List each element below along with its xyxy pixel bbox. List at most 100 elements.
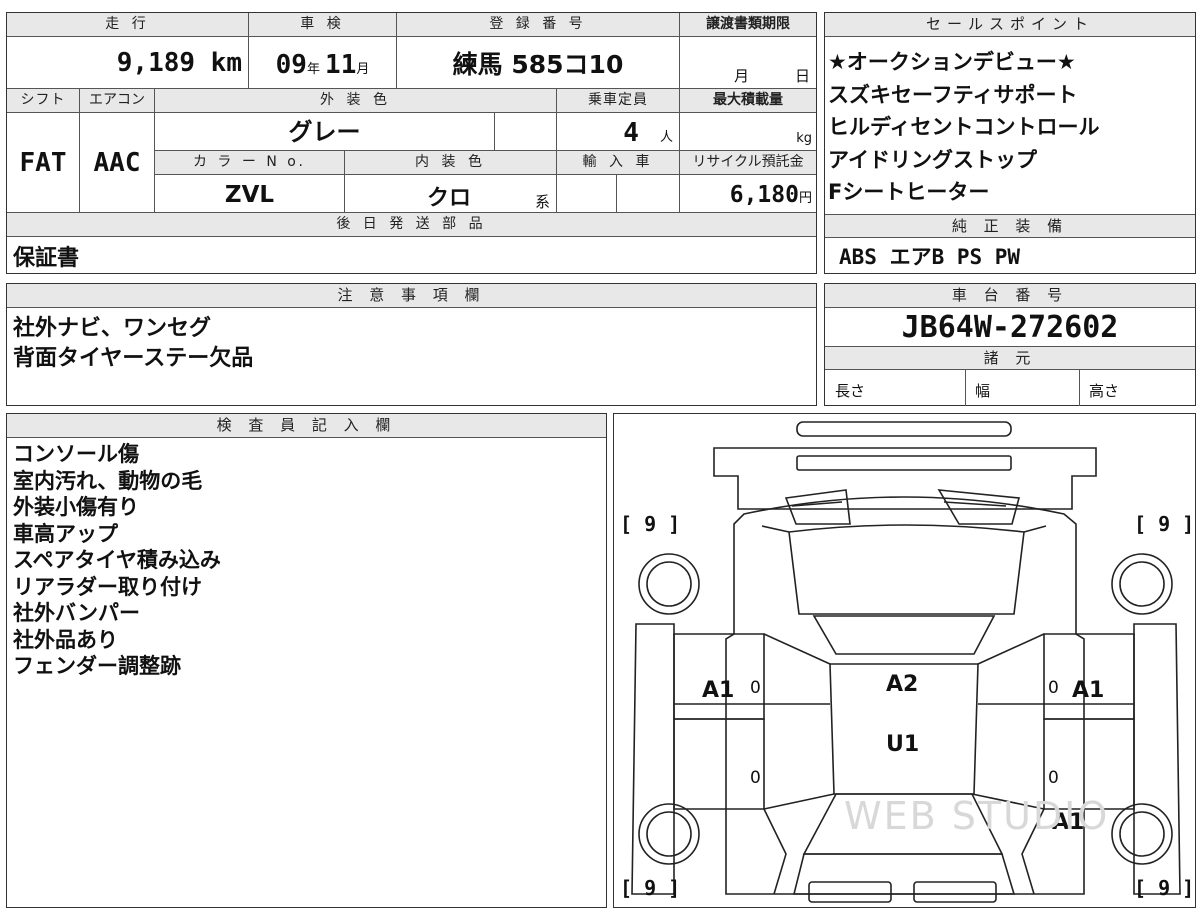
specs-header: 諸 元 xyxy=(825,346,1195,370)
spec-width-label: 幅 xyxy=(975,382,991,400)
inspector-panel: 検 査 員 記 入 欄 コンソール傷 室内汚れ、動物の毛 外装小傷有り 車高アッ… xyxy=(6,413,607,908)
notes-panel: 注 意 事 項 欄 社外ナビ、ワンセグ 背面タイヤーステー欠品 xyxy=(6,283,817,406)
sales-point-item: アイドリングストップ xyxy=(828,147,1037,172)
specs-divider xyxy=(965,370,966,406)
import-cell-a xyxy=(557,175,617,213)
recycle-unit: 円 xyxy=(798,191,812,206)
inspector-item: リアラダー取り付け xyxy=(13,574,202,599)
inspector-item: 外装小傷有り xyxy=(13,495,139,519)
notes-header: 注 意 事 項 欄 xyxy=(7,284,816,308)
equipment-value: ABS エアB PS PW xyxy=(839,245,1021,269)
inspector-item: フェンダー調整跡 xyxy=(13,654,181,678)
shaken-year: 09 xyxy=(275,50,307,80)
capacity-unit: 人 xyxy=(659,130,673,145)
sales-points-list: ★オークションデビュー★ スズキセーフティサポート ヒルディセントコントロール … xyxy=(828,46,1100,209)
deadline-cell: 月 日 xyxy=(680,37,816,89)
damage-mark-roof-u: U1 xyxy=(886,732,920,757)
mileage-header: 走 行 xyxy=(7,13,249,37)
chassis-panel: 車 台 番 号 JB64W-272602 諸 元 長さ 幅 高さ xyxy=(824,283,1196,406)
later-parts-value: 保証書 xyxy=(13,246,80,271)
mileage-cell: 9,189 km xyxy=(7,37,249,89)
zero-mark: 0 xyxy=(750,768,761,788)
max-load-header: 最大積載量 xyxy=(680,89,816,113)
registration-cell: 練馬 585コ10 xyxy=(397,37,680,89)
equipment-header: 純 正 装 備 xyxy=(825,214,1195,238)
tire-tread-rear-right: [ 9 ] xyxy=(1134,876,1195,900)
deadline-month-unit: 月 xyxy=(734,67,750,85)
color-no-cell: ZVL xyxy=(155,175,345,213)
inspector-list: コンソール傷 室内汚れ、動物の毛 外装小傷有り 車高アップ スペアタイヤ積み込み… xyxy=(13,441,221,680)
spec-height-label: 高さ xyxy=(1089,382,1120,400)
shaken-year-unit: 年 xyxy=(306,62,320,77)
max-load-unit: kg xyxy=(796,131,812,146)
deadline-header: 譲渡書類期限 xyxy=(680,13,816,37)
shift-header: シフト xyxy=(7,89,80,113)
shaken-header: 車 検 xyxy=(249,13,397,37)
zero-mark: 0 xyxy=(1048,768,1059,788)
car-damage-diagram: [ 9 ] [ 9 ] [ 9 ] [ 9 ] A1 A1 U1 A2 U1 A… xyxy=(613,413,1196,908)
import-cell-b xyxy=(617,175,680,213)
aircon-cell: AAC xyxy=(80,113,155,213)
interior-header: 内 装 色 xyxy=(345,151,557,175)
shift-cell: FAT xyxy=(7,113,80,213)
inspector-item: スペアタイヤ積み込み xyxy=(13,548,221,572)
capacity-header: 乗車定員 xyxy=(557,89,680,113)
damage-mark-right-door: A1 xyxy=(1072,678,1105,703)
note-item: 社外ナビ、ワンセグ xyxy=(13,316,212,341)
inspector-item: 社外バンパー xyxy=(13,601,141,625)
zero-mark: 0 xyxy=(1048,678,1059,698)
deadline-day-unit: 日 xyxy=(795,67,811,85)
exterior-header: 外 装 色 xyxy=(155,89,557,113)
aircon-value: AAC xyxy=(93,148,141,178)
chassis-header: 車 台 番 号 xyxy=(825,284,1195,308)
max-load-cell: kg xyxy=(680,113,816,151)
recycle-header: リサイクル預託金 xyxy=(680,151,816,175)
chassis-value: JB64W-272602 xyxy=(901,310,1119,345)
interior-cell: クロ 系 xyxy=(345,175,557,213)
inspector-item: 室内汚れ、動物の毛 xyxy=(13,468,203,493)
shaken-cell: 09年 11月 xyxy=(249,37,397,89)
inspector-item: 車高アップ xyxy=(13,521,118,546)
vehicle-info-table: 走 行 車 検 登 録 番 号 譲渡書類期限 9,189 km 09年 11 月 … xyxy=(6,12,817,274)
damage-mark-roof-a: A2 xyxy=(886,672,919,697)
tire-tread-rear-left: [ 9 ] xyxy=(620,876,681,900)
watermark-text: WEB STUDIO xyxy=(844,794,1110,838)
note-item: 背面タイヤーステー欠品 xyxy=(13,346,254,371)
sales-points-panel: セールスポイント ★オークションデビュー★ スズキセーフティサポート ヒルディセ… xyxy=(824,12,1196,274)
zero-mark: 0 xyxy=(750,678,761,698)
specs-divider xyxy=(1079,370,1080,406)
color-no-header: カ ラ ー N o. xyxy=(155,151,345,175)
inspector-header: 検 査 員 記 入 欄 xyxy=(7,414,606,438)
sales-point-item: ★オークションデビュー★ xyxy=(828,50,1076,74)
tire-tread-front-right: [ 9 ] xyxy=(1134,512,1195,536)
aircon-header: エアコン xyxy=(80,89,155,113)
sales-point-item: Fシートヒーター xyxy=(828,180,990,204)
exterior-cell: グレー xyxy=(155,113,495,151)
mileage-value: 9,189 km xyxy=(116,48,242,78)
exterior-value: グレー xyxy=(288,118,361,146)
tire-tread-front-left: [ 9 ] xyxy=(620,512,681,536)
color-no-value: ZVL xyxy=(224,182,275,208)
shaken-month-unit: 月 xyxy=(356,62,370,77)
shaken-month: 11 xyxy=(325,50,357,80)
sales-point-item: ヒルディセントコントロール xyxy=(828,115,1100,139)
notes-list: 社外ナビ、ワンセグ 背面タイヤーステー欠品 xyxy=(13,314,253,374)
damage-mark-left-door: A1 xyxy=(702,678,735,703)
registration-header: 登 録 番 号 xyxy=(397,13,680,37)
exterior-sub-cell xyxy=(495,113,557,151)
spec-length-label: 長さ xyxy=(835,382,866,400)
sales-points-header: セールスポイント xyxy=(825,13,1195,37)
shift-value: FAT xyxy=(19,148,67,178)
registration-value: 練馬 585コ10 xyxy=(452,50,624,79)
later-parts-header: 後 日 発 送 部 品 xyxy=(7,213,816,237)
interior-suffix: 系 xyxy=(535,193,551,211)
sales-point-item: スズキセーフティサポート xyxy=(828,82,1078,107)
interior-value: クロ xyxy=(427,186,472,211)
inspector-item: 社外品あり xyxy=(13,627,118,652)
import-header: 輸 入 車 xyxy=(557,151,680,175)
recycle-value: 6,180 xyxy=(729,182,799,208)
inspector-item: コンソール傷 xyxy=(13,442,139,466)
recycle-cell: 6,180円 xyxy=(680,175,816,213)
capacity-value: 4 xyxy=(623,118,639,148)
capacity-cell: 4 人 xyxy=(557,113,680,151)
